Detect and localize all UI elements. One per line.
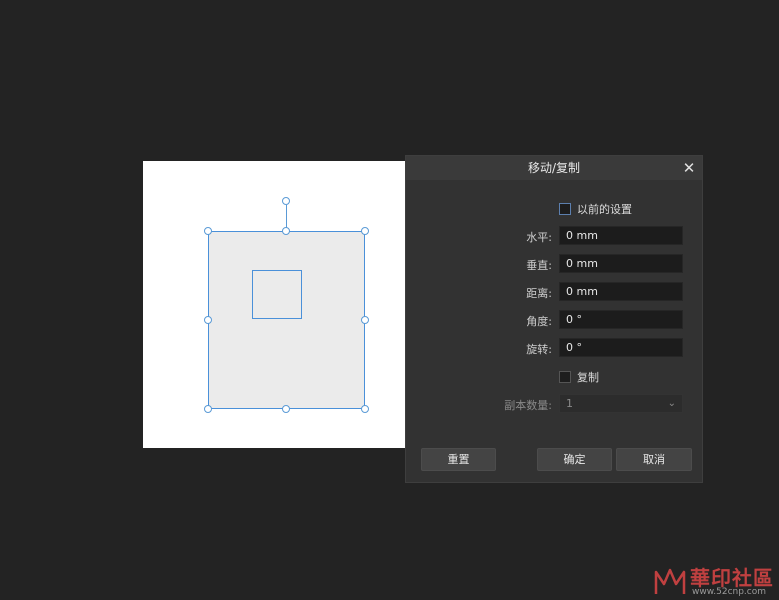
handle-top-left[interactable]	[204, 227, 212, 235]
handle-bottom-right[interactable]	[361, 405, 369, 413]
handle-top-right[interactable]	[361, 227, 369, 235]
previous-settings-checkbox[interactable]	[559, 203, 571, 215]
reset-button[interactable]: 重置	[421, 448, 496, 471]
watermark-url: www.52cnp.com	[692, 587, 767, 597]
handle-middle-left[interactable]	[204, 316, 212, 324]
copy-checkbox[interactable]	[559, 371, 571, 383]
copies-select[interactable]: 1 ⌄	[559, 394, 683, 413]
copies-value: 1	[566, 397, 573, 410]
chevron-down-icon: ⌄	[667, 398, 676, 409]
watermark-logo-icon	[654, 568, 686, 594]
move-copy-dialog: 移动/复制 ✕ 以前的设置 水平: 0 mm 垂直: 0 mm 距离: 0 mm…	[405, 155, 703, 483]
horizontal-label: 水平:	[526, 231, 552, 244]
vertical-input[interactable]: 0 mm	[559, 254, 683, 273]
distance-label: 距离:	[526, 287, 552, 300]
rotation-handle[interactable]	[282, 197, 290, 205]
watermark: 華印社區 www.52cnp.com	[650, 560, 779, 600]
handle-top-center[interactable]	[282, 227, 290, 235]
handle-bottom-center[interactable]	[282, 405, 290, 413]
selected-rectangle[interactable]	[208, 231, 365, 409]
handle-middle-right[interactable]	[361, 316, 369, 324]
horizontal-input[interactable]: 0 mm	[559, 226, 683, 245]
dialog-title: 移动/复制	[406, 156, 702, 180]
angle-label: 角度:	[526, 315, 552, 328]
previous-settings-label: 以前的设置	[577, 203, 632, 216]
ok-button[interactable]: 确定	[537, 448, 612, 471]
rotation-input[interactable]: 0 °	[559, 338, 683, 357]
rotation-label: 旋转:	[526, 343, 552, 356]
distance-input[interactable]: 0 mm	[559, 282, 683, 301]
copy-label: 复制	[577, 371, 599, 384]
inner-square[interactable]	[252, 270, 302, 319]
previous-settings-checkbox-row[interactable]: 以前的设置	[559, 201, 632, 217]
copy-checkbox-row[interactable]: 复制	[559, 369, 599, 385]
handle-bottom-left[interactable]	[204, 405, 212, 413]
vertical-label: 垂直:	[526, 259, 552, 272]
cancel-button[interactable]: 取消	[616, 448, 692, 471]
angle-input[interactable]: 0 °	[559, 310, 683, 329]
copies-label: 副本数量:	[504, 399, 552, 412]
document-canvas[interactable]	[143, 161, 405, 448]
close-icon[interactable]: ✕	[680, 158, 698, 178]
